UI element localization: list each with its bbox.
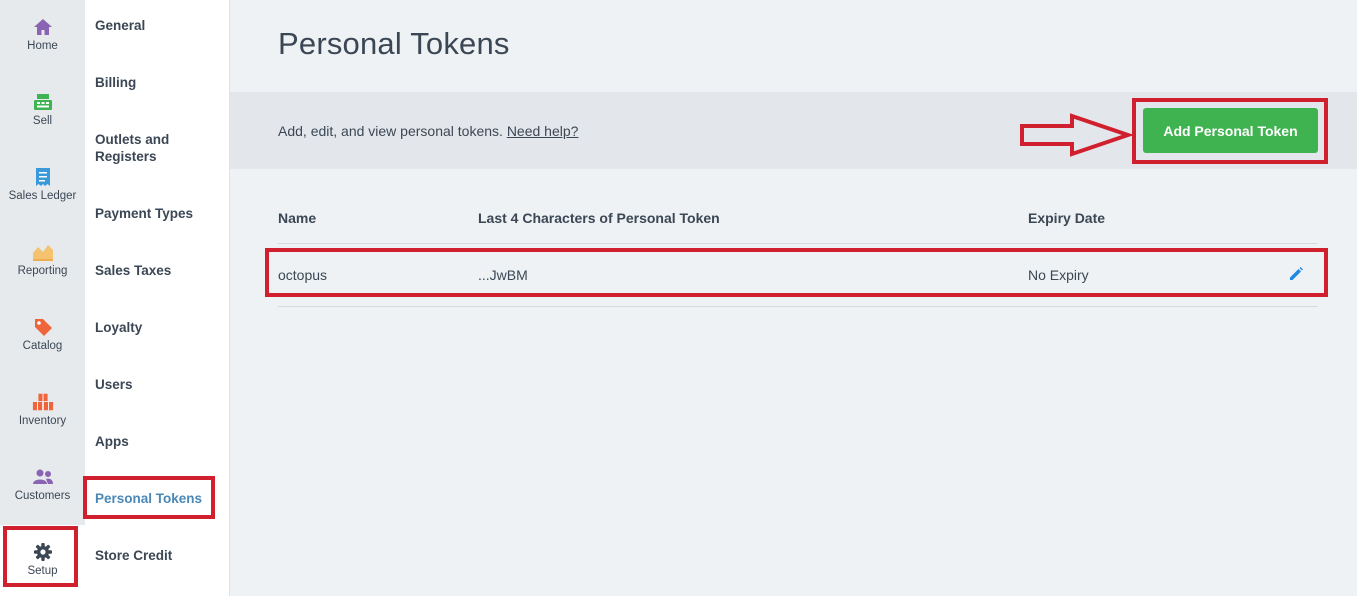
settings-subnav: General Billing Outlets and Registers Pa… xyxy=(85,0,230,596)
subnav-item-sales-taxes[interactable]: Sales Taxes xyxy=(95,262,220,279)
nav-sell[interactable]: Sell xyxy=(0,75,85,150)
subnav-item-outlets-and-registers[interactable]: Outlets and Registers xyxy=(95,131,195,165)
subnav-item-personal-tokens[interactable]: Personal Tokens xyxy=(95,490,220,507)
token-last4-cell: ...JwBM xyxy=(478,267,528,283)
nav-inventory-label: Inventory xyxy=(18,415,67,427)
annotation-arrow-icon xyxy=(1020,113,1133,157)
token-name-cell: octopus xyxy=(278,267,328,283)
column-header-last4: Last 4 Characters of Personal Token xyxy=(478,210,720,226)
token-expiry-cell: No Expiry xyxy=(1028,267,1089,283)
boxes-icon xyxy=(32,391,54,413)
nav-setup[interactable]: Setup xyxy=(0,525,85,596)
page-title: Personal Tokens xyxy=(278,26,510,61)
nav-customers[interactable]: Customers xyxy=(0,450,85,525)
app-nav-rail: Home Sell Sales Ledger Reporting Catalog… xyxy=(0,0,85,596)
info-banner: Add, edit, and view personal tokens. Nee… xyxy=(230,92,1357,169)
nav-customers-label: Customers xyxy=(14,490,71,502)
subnav-item-apps[interactable]: Apps xyxy=(95,433,220,450)
banner-text: Add, edit, and view personal tokens. Nee… xyxy=(278,123,578,139)
nav-inventory[interactable]: Inventory xyxy=(0,375,85,450)
tag-icon xyxy=(32,316,54,338)
nav-sales-ledger-label: Sales Ledger xyxy=(8,190,77,202)
table-row-divider xyxy=(278,306,1318,307)
nav-catalog-label: Catalog xyxy=(22,340,63,352)
nav-home-label: Home xyxy=(27,40,58,52)
subnav-item-store-credit[interactable]: Store Credit xyxy=(95,547,220,564)
receipt-icon xyxy=(32,166,54,188)
edit-pencil-icon[interactable] xyxy=(1288,266,1306,284)
nav-catalog[interactable]: Catalog xyxy=(0,300,85,375)
subnav-item-payment-types[interactable]: Payment Types xyxy=(95,205,220,222)
chart-icon xyxy=(32,241,54,263)
add-personal-token-button[interactable]: Add Personal Token xyxy=(1143,108,1318,153)
table-row[interactable] xyxy=(267,250,1327,298)
nav-sell-label: Sell xyxy=(32,115,53,127)
nav-sales-ledger[interactable]: Sales Ledger xyxy=(0,150,85,225)
banner-description: Add, edit, and view personal tokens. xyxy=(278,123,507,139)
home-icon xyxy=(32,16,54,38)
users-icon xyxy=(32,466,54,488)
subnav-item-general[interactable]: General xyxy=(95,17,220,34)
nav-reporting-label: Reporting xyxy=(17,265,68,277)
subnav-item-billing[interactable]: Billing xyxy=(95,74,220,91)
subnav-item-users[interactable]: Users xyxy=(95,376,220,393)
column-header-name: Name xyxy=(278,210,317,226)
nav-home[interactable]: Home xyxy=(0,0,85,75)
subnav-item-loyalty[interactable]: Loyalty xyxy=(95,319,220,336)
nav-reporting[interactable]: Reporting xyxy=(0,225,85,300)
gear-icon xyxy=(32,541,54,563)
table-header-divider xyxy=(278,243,1318,244)
main-content: Personal Tokens Add, edit, and view pers… xyxy=(230,0,1357,596)
need-help-link[interactable]: Need help? xyxy=(507,123,579,139)
column-header-expiry: Expiry Date xyxy=(1028,210,1106,226)
nav-setup-label: Setup xyxy=(27,565,58,577)
register-icon xyxy=(32,91,54,113)
